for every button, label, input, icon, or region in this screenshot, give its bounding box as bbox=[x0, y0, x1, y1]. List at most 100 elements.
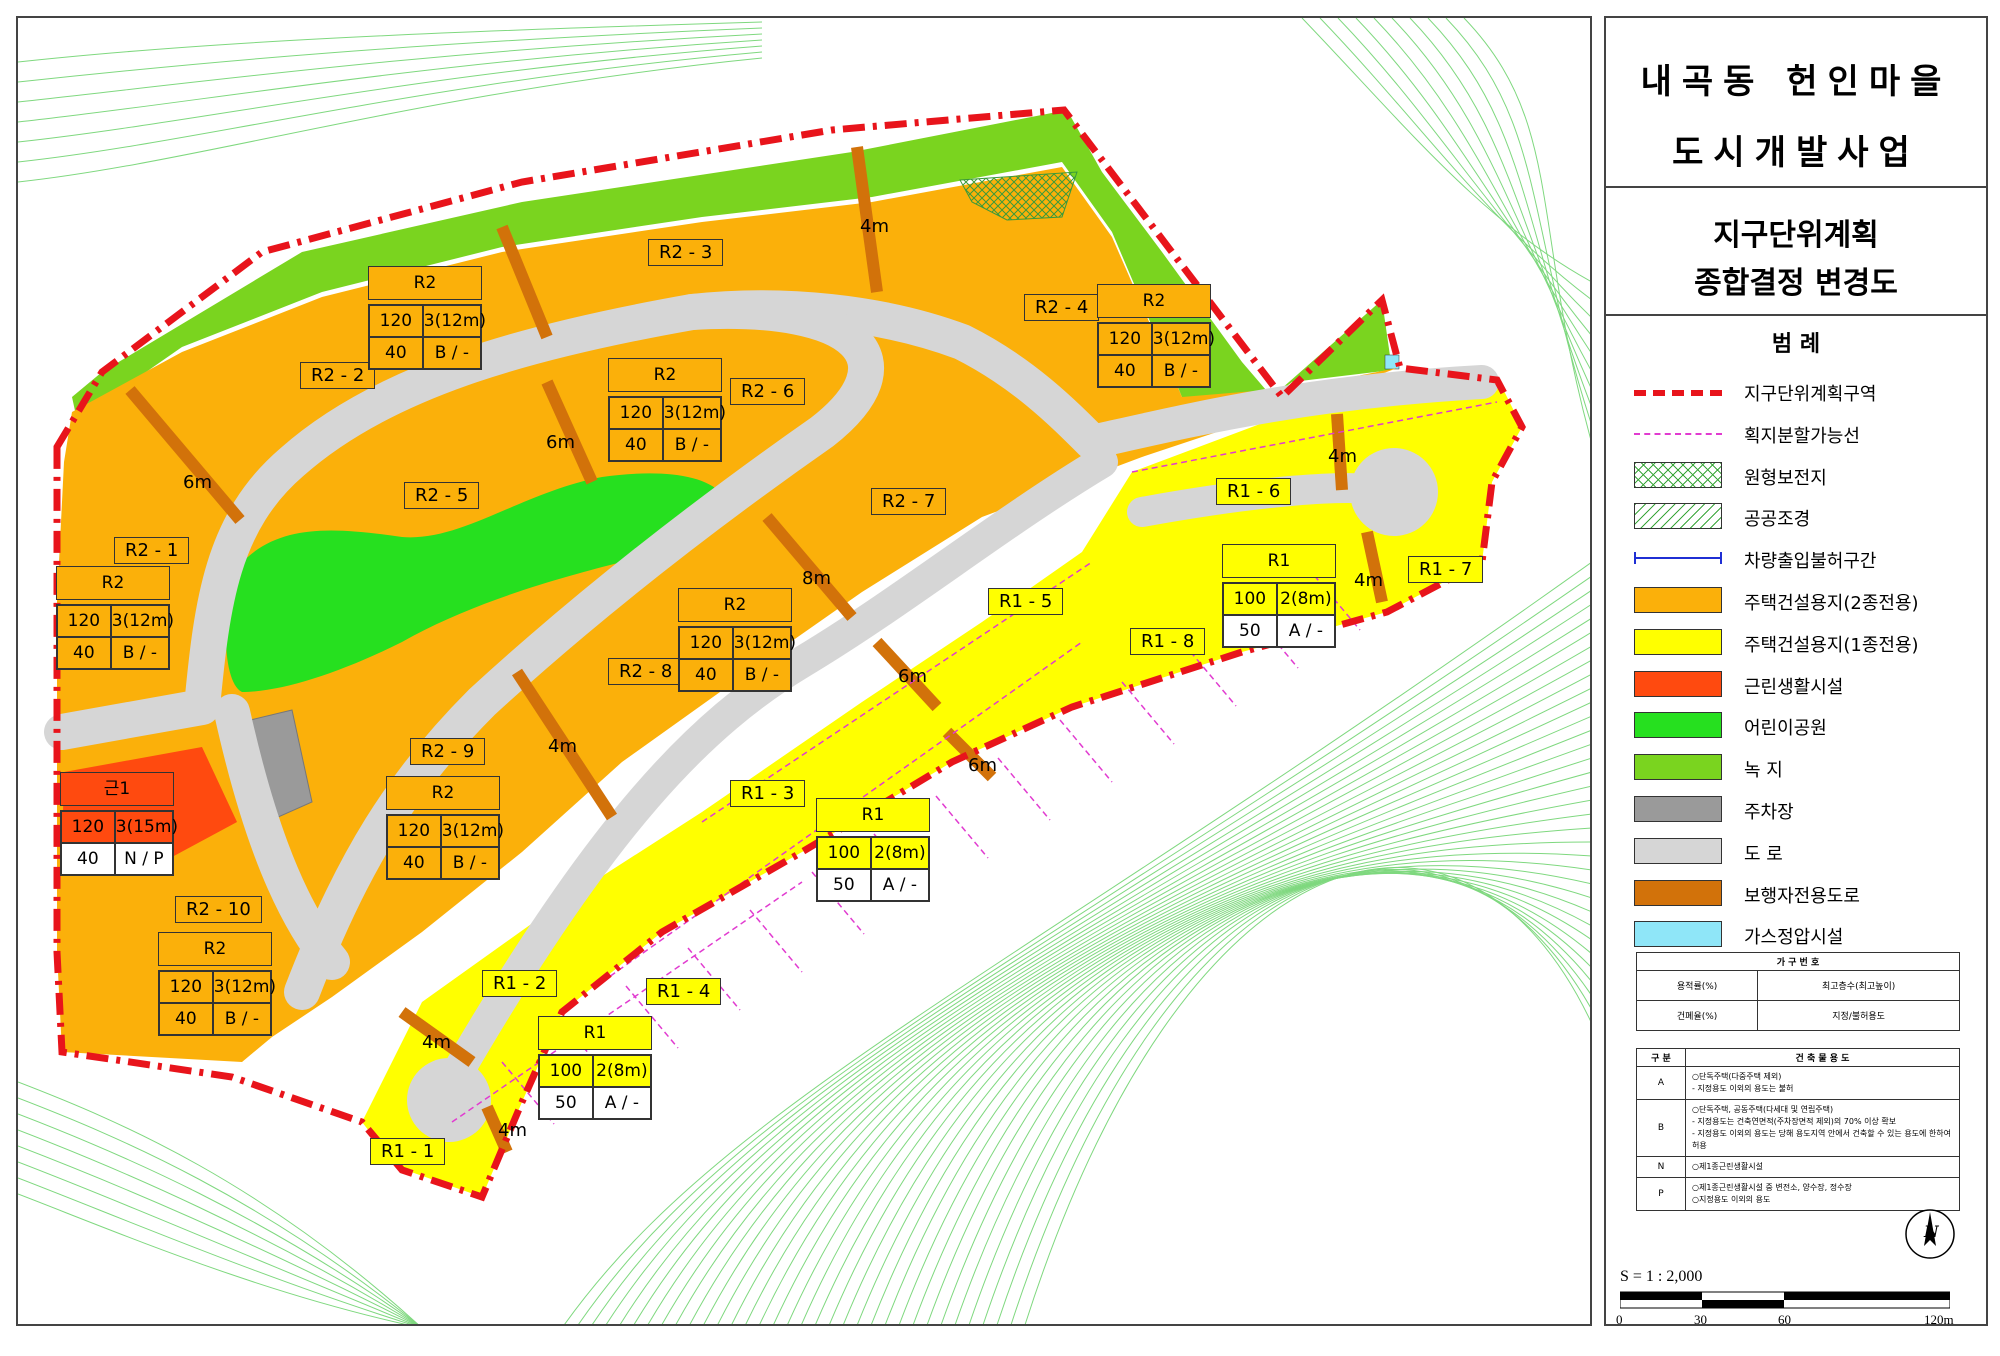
path-width-label: 4m bbox=[548, 736, 577, 757]
zone-label-r1-1: R1 - 1 bbox=[370, 1138, 446, 1165]
scale-label: S = 1 : 2,000 bbox=[1620, 1268, 1703, 1285]
legend-label: 보행자전용도로 bbox=[1744, 885, 1860, 907]
path-width-label: 6m bbox=[183, 472, 212, 493]
zoning-info-box: R2 120 3(12m) 40 B / - bbox=[386, 776, 504, 880]
info-box-cell: 120 bbox=[61, 811, 115, 843]
key-table-header: 가 구 번 호 bbox=[1636, 952, 1960, 971]
info-box-cell: 3(12m) bbox=[662, 397, 726, 429]
zoning-info-box: R2 120 3(12m) 40 B / - bbox=[158, 932, 276, 1036]
legend-item: 녹 지 bbox=[1634, 752, 1974, 784]
path-width-label: 4m bbox=[1328, 446, 1357, 467]
legend-panel: 내곡동 헌인마을 도시개발사업 지구단위계획 종합결정 변경도 범 례 지구단위… bbox=[1604, 16, 1988, 1327]
zone-label-r2-1: R2 - 1 bbox=[114, 537, 190, 564]
key-cell: 최고층수(최고높이) bbox=[1757, 970, 1960, 1001]
info-box-cell: 3(12m) bbox=[110, 605, 174, 637]
legend-item: 획지분할가능선 bbox=[1634, 418, 1974, 450]
path-width-label: 6m bbox=[898, 666, 927, 687]
legend-label: 어린이공원 bbox=[1744, 718, 1827, 740]
cul-de-sac-west bbox=[407, 1058, 491, 1142]
legend-item: 도 로 bbox=[1634, 836, 1974, 868]
info-box-cell: B / - bbox=[732, 659, 791, 691]
info-box-code: R2 bbox=[158, 932, 272, 966]
use-description: ○단독주택(다중주택 제외) - 지정용도 이외의 용도는 불허 bbox=[1685, 1066, 1960, 1100]
info-box-cell: 120 bbox=[387, 815, 441, 847]
scale-tick: 120m bbox=[1924, 1312, 1954, 1327]
path-width-label: 4m bbox=[498, 1120, 527, 1141]
map-drawing bbox=[18, 18, 1590, 1324]
zone-label-r2-6: R2 - 6 bbox=[730, 378, 806, 405]
zone-label-r1-8: R1 - 8 bbox=[1130, 628, 1206, 655]
zone-label-r1-6: R1 - 6 bbox=[1216, 478, 1292, 505]
use-line: - 지정용도 이외의 용도는 불허 bbox=[1692, 1084, 1794, 1093]
path-width-label: 4m bbox=[860, 216, 889, 237]
gas-facility bbox=[1384, 354, 1400, 370]
legend-swatch bbox=[1634, 879, 1722, 906]
info-box-cell: A / - bbox=[870, 869, 929, 901]
info-box-cell: 100 bbox=[1223, 583, 1277, 615]
path-width-label: 6m bbox=[546, 432, 575, 453]
info-box-code: R1 bbox=[538, 1016, 652, 1050]
info-box-code: R2 bbox=[56, 566, 170, 600]
legend-swatch bbox=[1634, 628, 1722, 655]
project-title-line1: 내곡동 헌인마을 bbox=[1640, 62, 1952, 102]
info-box-code: R2 bbox=[678, 588, 792, 622]
info-box-cell: 40 bbox=[1098, 355, 1152, 387]
zone-label-r2-4: R2 - 4 bbox=[1024, 294, 1100, 321]
zone-label-r1-5: R1 - 5 bbox=[988, 588, 1064, 615]
info-box-cell: 40 bbox=[57, 637, 111, 669]
info-box-cell: 120 bbox=[159, 971, 213, 1003]
legend-item: 지구단위계획구역 bbox=[1634, 376, 1974, 408]
use-description: ○제1종근린생활시설 bbox=[1685, 1156, 1960, 1178]
path-width-label: 4m bbox=[422, 1032, 451, 1053]
info-box-cell: 3(12m) bbox=[212, 971, 276, 1003]
use-code: A bbox=[1636, 1066, 1686, 1100]
info-box-cell: 40 bbox=[61, 843, 115, 875]
info-box-cell: B / - bbox=[1151, 355, 1210, 387]
info-box-cell: B / - bbox=[440, 847, 499, 879]
info-box-cell: 120 bbox=[57, 605, 111, 637]
info-box-cell: 3(12m) bbox=[1151, 323, 1215, 355]
info-box-cell: 3(12m) bbox=[422, 305, 486, 337]
info-box-cell: B / - bbox=[422, 337, 481, 369]
path-width-label: 8m bbox=[802, 568, 831, 589]
zoning-info-box: R1 100 2(8m) 50 A / - bbox=[1222, 544, 1336, 648]
info-box-code: R2 bbox=[386, 776, 500, 810]
info-box-cell: 40 bbox=[387, 847, 441, 879]
key-cell: 건폐율(%) bbox=[1635, 1000, 1759, 1031]
info-box-cell: 50 bbox=[1223, 615, 1277, 647]
zone-label-r2-2: R2 - 2 bbox=[300, 362, 376, 389]
legend-swatch bbox=[1634, 670, 1722, 697]
path-width-label: 4m bbox=[1354, 570, 1383, 591]
cul-de-sac-east bbox=[1350, 448, 1438, 536]
zone-label-r2-9: R2 - 9 bbox=[410, 738, 486, 765]
info-box-cell: B / - bbox=[110, 637, 169, 669]
block-key-table: 가 구 번 호 용적률(%) 최고층수(최고높이) 건폐율(%) 지정/불허용도 bbox=[1635, 952, 1960, 1031]
legend-swatch bbox=[1634, 432, 1722, 435]
legend-heading-block: 범 례 bbox=[1606, 318, 1986, 358]
legend-swatch bbox=[1634, 712, 1722, 739]
info-box-code: R2 bbox=[368, 266, 482, 300]
info-box-cell: 120 bbox=[1098, 323, 1152, 355]
info-box-cell: B / - bbox=[662, 429, 721, 461]
info-box-cell: 100 bbox=[539, 1055, 593, 1087]
info-box-cell: N / P bbox=[114, 843, 173, 875]
legend-label: 주차장 bbox=[1744, 802, 1794, 823]
use-line: - 지정용도는 건축연면적(주차장면적 제외)의 70% 이상 확보 bbox=[1692, 1117, 1897, 1126]
legend-item: 원형보전지 bbox=[1634, 460, 1974, 492]
zone-label-r1-3: R1 - 3 bbox=[730, 780, 806, 807]
legend-swatch bbox=[1634, 552, 1722, 565]
legend-swatch bbox=[1634, 461, 1722, 488]
use-line: ○제1종근린생활시설 bbox=[1692, 1162, 1763, 1171]
info-box-cell: 40 bbox=[679, 659, 733, 691]
zoning-info-box: R1 100 2(8m) 50 A / - bbox=[816, 798, 930, 902]
legend-item: 근린생활시설 bbox=[1634, 669, 1974, 701]
project-title-line2: 도시개발사업 bbox=[1672, 133, 1920, 173]
info-box-cell: 100 bbox=[817, 837, 871, 869]
info-box-cell: 2(8m) bbox=[870, 837, 929, 869]
title-block: 내곡동 헌인마을 도시개발사업 bbox=[1606, 18, 1986, 188]
legend-item: 보행자전용도로 bbox=[1634, 878, 1974, 910]
use-line: ○제1종근린생활시설 중 변전소, 양수장, 정수장 bbox=[1692, 1183, 1852, 1192]
info-box-cell: 3(15m) bbox=[114, 811, 178, 843]
use-code: P bbox=[1636, 1177, 1686, 1211]
legend-item: 어린이공원 bbox=[1634, 710, 1974, 742]
